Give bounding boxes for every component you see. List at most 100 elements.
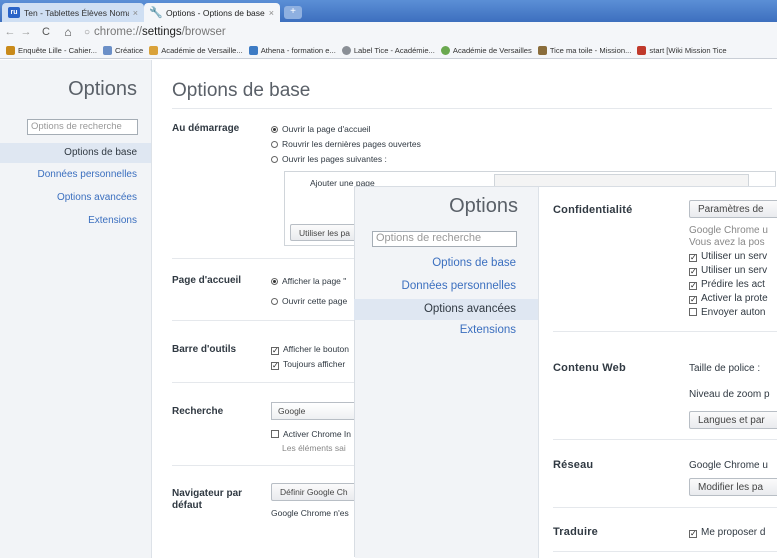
home-icon[interactable]: ⌂ (62, 25, 74, 39)
sidebar-item-personal[interactable]: Données personnelles (346, 280, 516, 292)
url-host: settings (141, 26, 182, 38)
bookmark-item[interactable]: start [Wiki Mission Tice (637, 45, 727, 55)
homepage-label: Page d'accueil (172, 275, 242, 286)
reload-icon[interactable]: C (40, 26, 52, 38)
privacy-checkbox[interactable]: ✓ Utiliser un serv (689, 265, 767, 276)
search-engine-select[interactable]: Google (271, 402, 357, 420)
translate-checkbox[interactable]: ✓ Me proposer d (689, 527, 765, 538)
bookmark-label: Académie de Versailles (452, 45, 532, 55)
bookmark-label: Athena - formation e... (260, 45, 336, 55)
privacy-checkbox[interactable]: ✓ Prédire les act (689, 279, 765, 290)
checkbox-icon (689, 308, 697, 316)
checkbox-checked-icon: ✓ (689, 529, 697, 538)
option-label: Rouvrir les dernières pages ouvertes (282, 139, 421, 149)
bookmark-icon (341, 45, 351, 55)
option-label: Ouvrir cette page (282, 296, 348, 306)
sidebar-item-basic[interactable]: Options de base (0, 143, 151, 163)
forward-arrow-icon[interactable]: → (20, 26, 32, 38)
zoom-label: Niveau de zoom p (689, 389, 770, 400)
option-label: Activer Chrome In (283, 429, 352, 439)
sidebar-item-personal[interactable]: Données personnelles (0, 169, 137, 180)
toolbar-label: Barre d'outils (172, 344, 237, 355)
bookmark-item[interactable]: Tice ma toile - Mission... (537, 45, 631, 55)
sidebar-item-advanced[interactable]: Options avancées (354, 299, 538, 320)
new-tab-button[interactable]: + (284, 6, 302, 19)
content-settings-button[interactable]: Paramètres de (689, 200, 777, 218)
divider (172, 108, 772, 109)
startup-option-homepage[interactable]: Ouvrir la page d'accueil (271, 124, 371, 134)
checkbox-icon (271, 430, 279, 438)
close-icon[interactable]: × (269, 8, 274, 18)
set-default-browser-button[interactable]: Définir Google Ch (271, 483, 357, 501)
sidebar-item-extensions[interactable]: Extensions (346, 324, 516, 336)
sidebar-item-basic[interactable]: Options de base (346, 257, 516, 269)
default-browser-label: Navigateur par (172, 488, 243, 499)
bookmark-item[interactable]: Académie de Versailles (440, 45, 532, 55)
tab-options[interactable]: 🔧 Options - Options de base × (144, 3, 280, 22)
checkbox-checked-icon: ✓ (689, 281, 697, 290)
navigation-toolbar: ← → C ⌂ ○ chrome:// settings /browser (0, 22, 777, 42)
homepage-option-url[interactable]: Ouvrir cette page (271, 296, 347, 306)
divider (553, 439, 777, 440)
bookmark-item[interactable]: Label Tice - Académie... (341, 45, 435, 55)
bookmark-item[interactable]: Athena - formation e... (248, 45, 336, 55)
search-input[interactable]: Options de recherche (372, 231, 517, 247)
default-browser-label-2: défaut (172, 500, 202, 511)
back-arrow-icon[interactable]: ← (4, 26, 16, 38)
proxy-settings-button[interactable]: Modifier les pa (689, 478, 777, 496)
options-sidebar: Options Options de recherche Options de … (354, 187, 539, 558)
search-input[interactable]: Options de recherche (27, 119, 138, 135)
privacy-checkbox[interactable]: ✓ Utiliser un serv (689, 251, 767, 262)
bookmark-label: Label Tice - Académie... (353, 45, 435, 55)
show-bookmarks-checkbox[interactable]: ✓ Toujours afficher (271, 359, 345, 370)
radio-icon (271, 298, 278, 305)
radio-icon (271, 278, 278, 285)
homepage-option-ntp[interactable]: Afficher la page " (271, 276, 346, 286)
option-label: Afficher le bouton (283, 344, 349, 354)
divider (553, 551, 777, 552)
page-title: Options de base (172, 80, 311, 101)
sidebar-item-advanced[interactable]: Options avancées (0, 192, 137, 203)
languages-button[interactable]: Langues et par (689, 411, 777, 429)
close-icon[interactable]: × (133, 8, 138, 18)
bookmark-icon (537, 45, 547, 55)
option-label: Toujours afficher (283, 359, 346, 369)
instant-checkbox[interactable]: Activer Chrome In (271, 429, 351, 439)
bookmark-label: start [Wiki Mission Tice (649, 45, 727, 55)
option-label: Ouvrir les pages suivantes : (282, 154, 387, 164)
use-current-pages-button[interactable]: Utiliser les pa (290, 224, 356, 241)
option-label: Activer la prote (701, 293, 768, 304)
startup-option-pages[interactable]: Ouvrir les pages suivantes : (271, 154, 387, 164)
startup-label: Au démarrage (172, 123, 240, 134)
page-icon: ○ (84, 26, 91, 38)
bookmark-item[interactable]: Créatice (102, 45, 143, 55)
option-label: Afficher la page " (282, 276, 347, 286)
checkbox-checked-icon: ✓ (271, 361, 279, 370)
address-bar[interactable]: ○ chrome:// settings /browser (84, 26, 226, 38)
tab-tablettes[interactable]: ru Ten - Tablettes Élèves Nomad × (2, 3, 144, 22)
privacy-label: Confidentialité (553, 204, 633, 216)
default-browser-note: Google Chrome n'es (271, 508, 349, 518)
bookmarks-bar: Enquête Lille - Cahier... Créatice Acadé… (0, 42, 777, 59)
font-size-label: Taille de police : (689, 363, 761, 374)
show-home-button-checkbox[interactable]: ✓ Afficher le bouton (271, 344, 349, 355)
url-scheme: chrome:// (94, 26, 142, 38)
tab-label: Options - Options de base (166, 7, 265, 18)
instant-note: Les éléments sai (282, 443, 346, 453)
url-path: /browser (181, 26, 226, 38)
bookmark-item[interactable]: Enquête Lille - Cahier... (6, 45, 97, 55)
url-field[interactable] (494, 174, 749, 188)
option-label: Envoyer auton (701, 307, 766, 318)
sidebar-title: Options (449, 195, 518, 217)
bookmark-label: Enquête Lille - Cahier... (18, 45, 97, 55)
divider (553, 331, 777, 332)
checkbox-checked-icon: ✓ (689, 267, 697, 276)
divider (553, 507, 777, 508)
privacy-checkbox[interactable]: ✓ Activer la prote (689, 293, 768, 304)
sidebar-item-extensions[interactable]: Extensions (0, 215, 137, 226)
privacy-checkbox[interactable]: Envoyer auton (689, 307, 766, 318)
startup-option-restore[interactable]: Rouvrir les dernières pages ouvertes (271, 139, 421, 149)
checkbox-checked-icon: ✓ (689, 253, 697, 262)
bookmark-item[interactable]: Académie de Versaille... (149, 45, 243, 55)
option-label: Me proposer d (701, 527, 766, 538)
